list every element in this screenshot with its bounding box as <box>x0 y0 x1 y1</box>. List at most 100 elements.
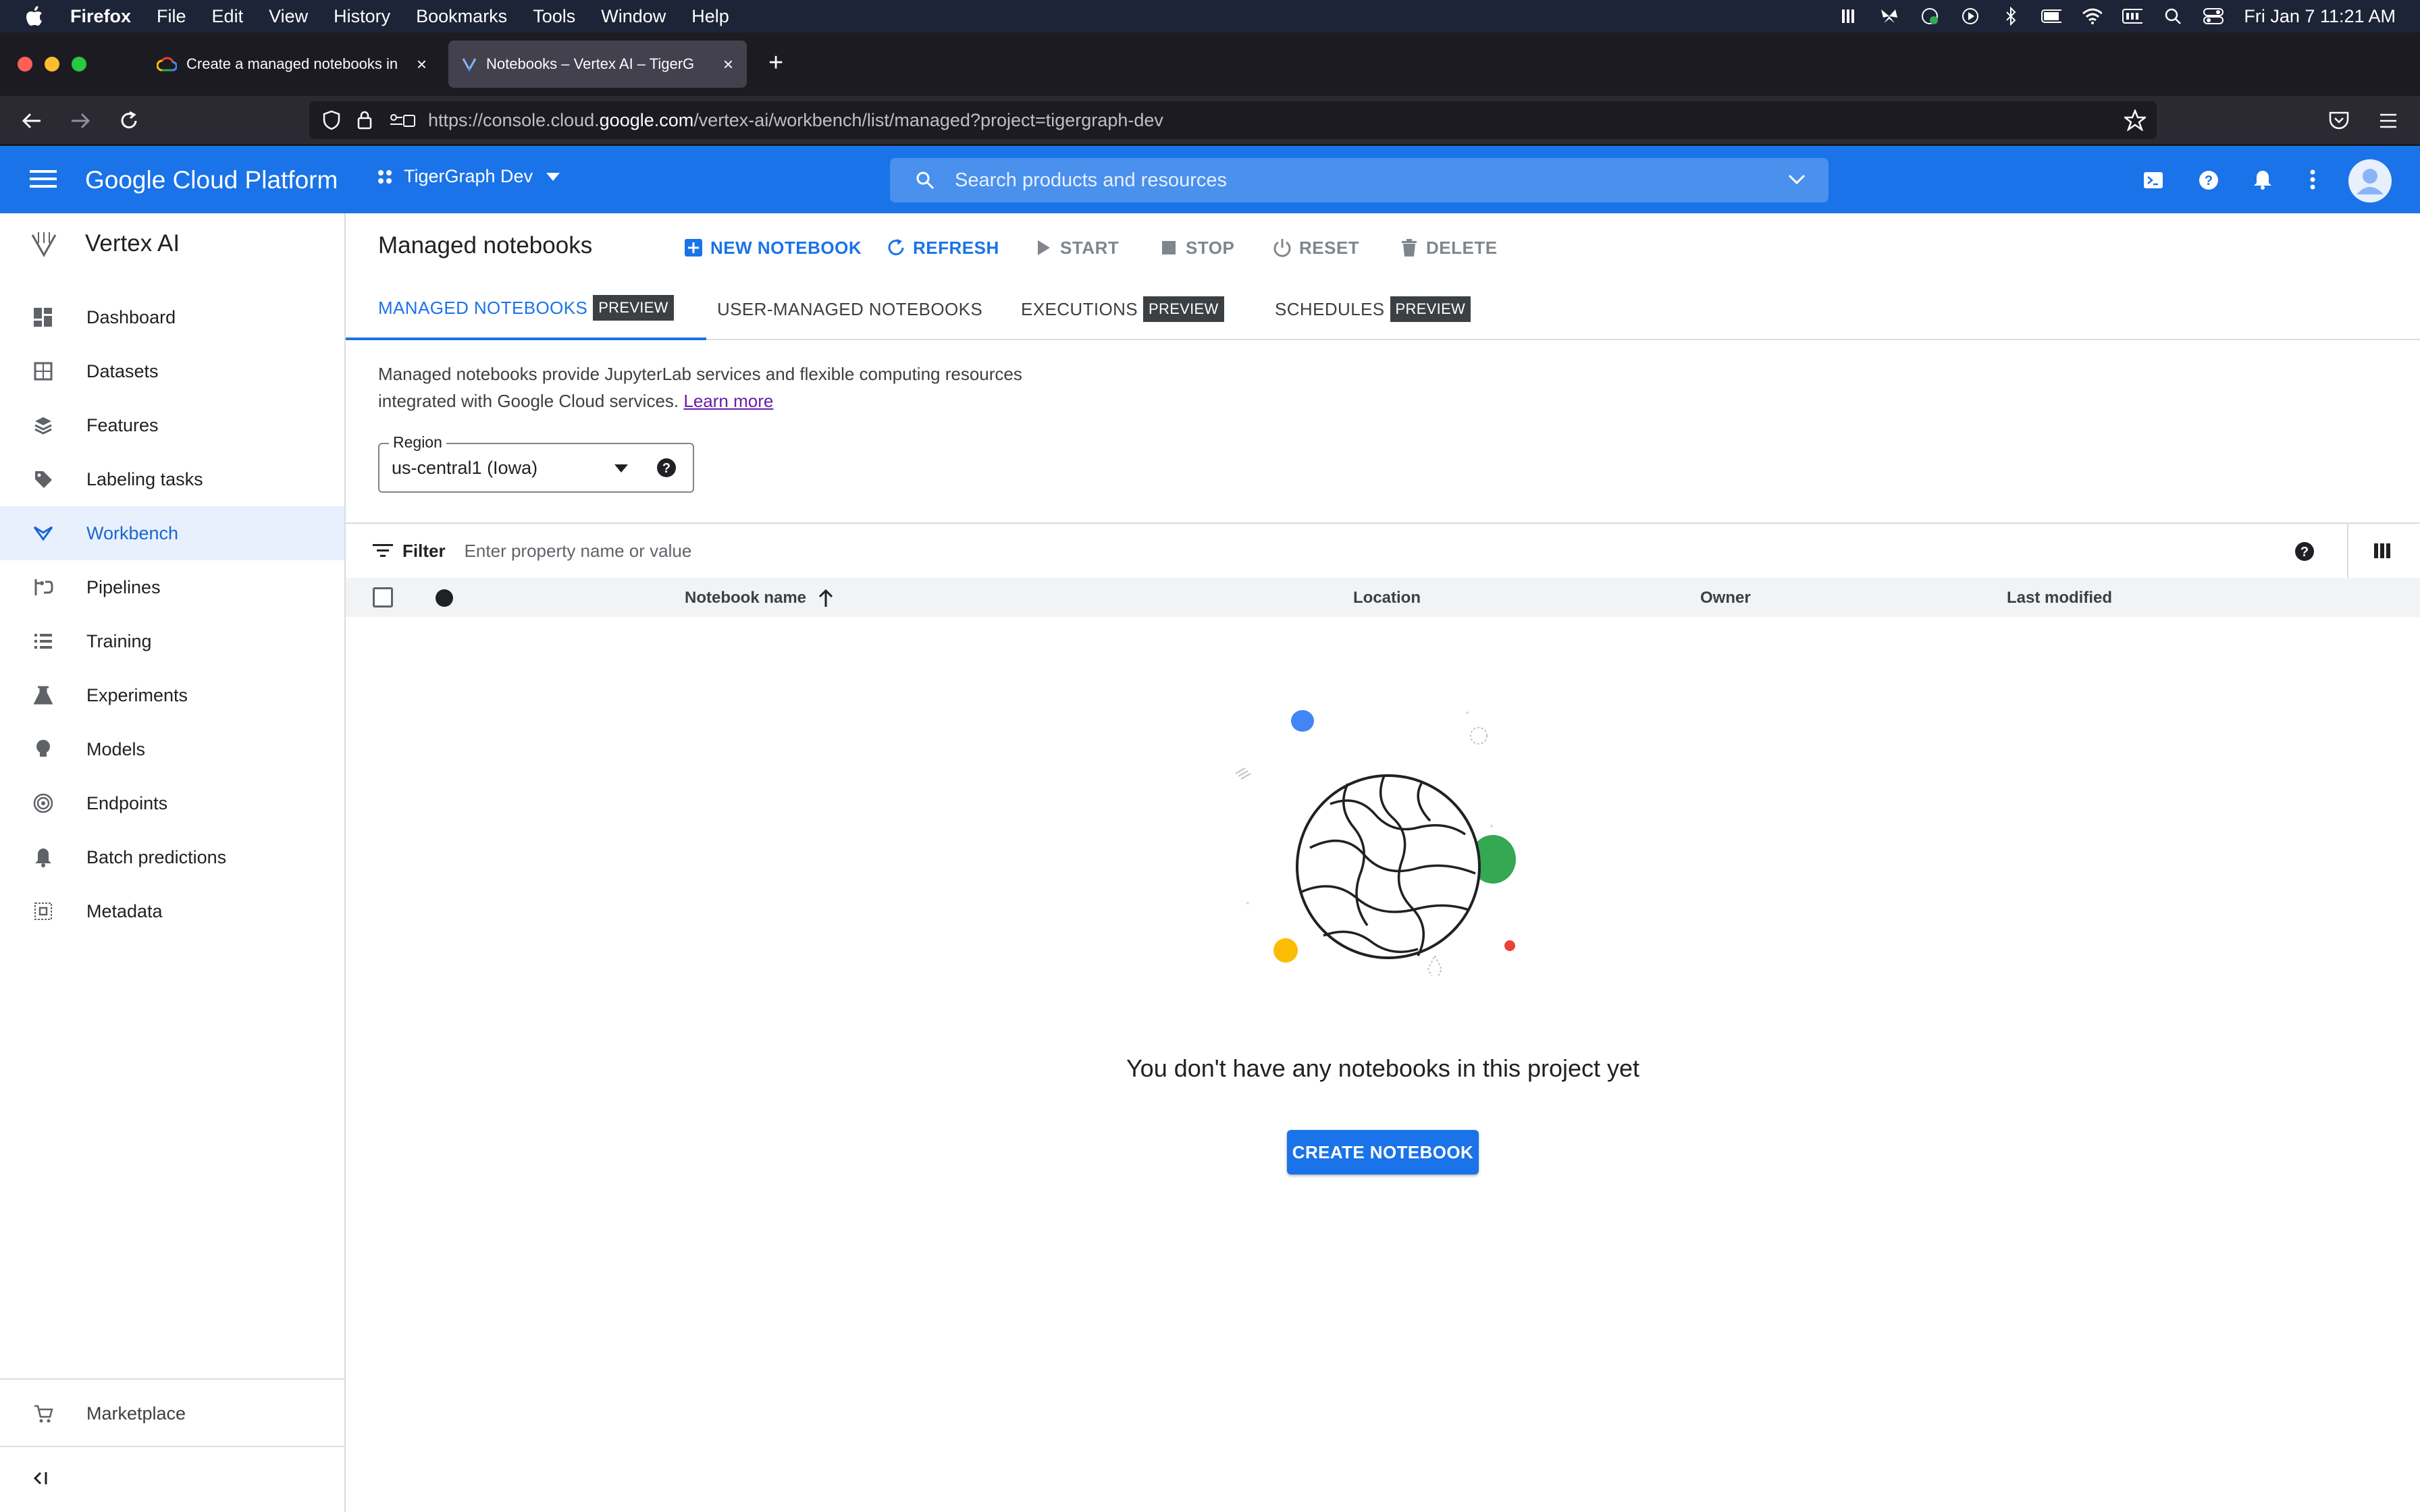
sidebar-item-pipelines[interactable]: Pipelines <box>0 560 344 614</box>
sidebar-item-batch-predictions[interactable]: Batch predictions <box>0 830 344 884</box>
control-center-icon[interactable] <box>2203 6 2224 26</box>
play-icon[interactable] <box>1960 6 1980 26</box>
avatar[interactable] <box>2348 159 2392 202</box>
shield-icon[interactable] <box>323 110 340 130</box>
sidebar-item-training[interactable]: Training <box>0 614 344 668</box>
permissions-icon[interactable] <box>389 111 416 129</box>
menu-bookmarks[interactable]: Bookmarks <box>416 6 507 27</box>
browser-tab-1[interactable]: Create a managed notebooks in × <box>143 40 440 88</box>
search-bar[interactable]: Search products and resources <box>890 158 1829 202</box>
sidebar-item-datasets[interactable]: Datasets <box>0 344 344 398</box>
menu-firefox[interactable]: Firefox <box>70 6 131 27</box>
sidebar-product-header: Vertex AI <box>30 230 180 258</box>
window-zoom-icon[interactable] <box>72 57 86 72</box>
tab-managed-notebooks[interactable]: MANAGED NOTEBOOKS PREVIEW <box>346 278 706 340</box>
butterfly-icon[interactable] <box>1879 6 1899 26</box>
search-expand-chevron-icon[interactable] <box>1788 174 1806 185</box>
menu-window[interactable]: Window <box>601 6 666 27</box>
close-tab-icon[interactable]: × <box>417 54 427 75</box>
menu-help[interactable]: Help <box>691 6 729 27</box>
reset-button[interactable]: RESET <box>1272 232 1359 263</box>
sidebar-item-features[interactable]: Features <box>0 398 344 452</box>
app-menu-icon[interactable] <box>2378 112 2398 130</box>
status-app-icon[interactable] <box>1839 6 1859 26</box>
sidebar-item-workbench[interactable]: Workbench <box>0 506 344 560</box>
collapse-sidebar-icon[interactable] <box>32 1470 50 1486</box>
divider <box>2347 524 2348 579</box>
help-icon[interactable]: ? <box>656 458 677 478</box>
hamburger-menu-icon[interactable] <box>30 169 57 189</box>
sidebar-item-dashboard[interactable]: Dashboard <box>0 290 344 344</box>
sidebar-item-marketplace[interactable]: Marketplace <box>0 1386 344 1440</box>
new-tab-icon[interactable]: + <box>768 49 783 78</box>
select-all-checkbox[interactable] <box>373 587 393 608</box>
apple-icon[interactable] <box>26 6 43 26</box>
menu-tools[interactable]: Tools <box>533 6 575 27</box>
menu-clock[interactable]: Fri Jan 7 11:21 AM <box>2244 6 2396 27</box>
workbench-icon <box>32 522 54 544</box>
filter-label: Filter <box>402 540 446 561</box>
column-last-modified[interactable]: Last modified <box>2007 589 2112 608</box>
project-dots-icon <box>375 167 394 186</box>
sidebar-item-endpoints[interactable]: Endpoints <box>0 776 344 830</box>
window-minimize-icon[interactable] <box>45 57 59 72</box>
column-display-icon[interactable] <box>2373 541 2392 560</box>
keyboard-icon[interactable] <box>2122 6 2143 26</box>
sidebar-item-metadata[interactable]: Metadata <box>0 884 344 938</box>
bookmark-star-icon[interactable] <box>2124 109 2146 131</box>
sidebar-item-label: Features <box>86 414 159 435</box>
sidebar-item-experiments[interactable]: Experiments <box>0 668 344 722</box>
search-input[interactable]: Search products and resources <box>955 169 1227 192</box>
sidebar-divider <box>0 1378 344 1380</box>
notifications-bell-icon[interactable] <box>2253 169 2273 190</box>
reload-icon[interactable] <box>113 105 144 136</box>
learn-more-link[interactable]: Learn more <box>683 391 773 411</box>
menu-edit[interactable]: Edit <box>212 6 244 27</box>
region-select[interactable]: Region us-central1 (Iowa) ? <box>378 433 694 493</box>
features-icon <box>32 414 54 436</box>
tab-user-managed-notebooks[interactable]: USER-MANAGED NOTEBOOKS <box>717 278 982 340</box>
menu-view[interactable]: View <box>269 6 308 27</box>
column-notebook-name[interactable]: Notebook name <box>685 589 833 608</box>
back-icon[interactable] <box>16 105 47 136</box>
gcp-brand[interactable]: Google Cloud Platform <box>85 166 338 194</box>
tab-executions[interactable]: EXECUTIONS PREVIEW <box>1021 278 1224 340</box>
cloud-shell-icon[interactable] <box>2143 170 2163 190</box>
add-box-icon <box>683 238 704 258</box>
menu-history[interactable]: History <box>334 6 390 27</box>
wifi-icon[interactable] <box>2082 6 2103 26</box>
bluetooth-icon[interactable] <box>2001 6 2021 26</box>
start-button[interactable]: START <box>1033 232 1119 263</box>
column-location[interactable]: Location <box>1353 589 1421 608</box>
menu-file[interactable]: File <box>157 6 186 27</box>
pocket-icon[interactable] <box>2328 111 2350 131</box>
browser-tab-2-active[interactable]: Notebooks – Vertex AI – TigerG × <box>448 40 747 88</box>
vpn-icon[interactable] <box>1920 6 1940 26</box>
help-icon[interactable]: ? <box>2199 170 2219 190</box>
delete-button[interactable]: DELETE <box>1399 232 1498 263</box>
lock-icon[interactable] <box>357 110 373 130</box>
tab-schedules[interactable]: SCHEDULES PREVIEW <box>1275 278 1471 340</box>
button-label: RESET <box>1299 237 1360 258</box>
project-selector[interactable]: TigerGraph Dev <box>375 166 560 187</box>
forward-icon[interactable] <box>65 105 96 136</box>
more-vert-icon[interactable] <box>2309 169 2316 190</box>
help-icon[interactable]: ? <box>2294 541 2315 562</box>
create-notebook-button[interactable]: CREATE NOTEBOOK <box>1287 1130 1479 1174</box>
new-notebook-button[interactable]: NEW NOTEBOOK <box>683 232 862 263</box>
filter-input[interactable]: Enter property name or value <box>465 541 692 562</box>
spotlight-search-icon[interactable] <box>2163 6 2183 26</box>
column-owner[interactable]: Owner <box>1700 589 1751 608</box>
tab-label: SCHEDULES <box>1275 298 1385 319</box>
window-close-icon[interactable] <box>18 57 32 72</box>
refresh-button[interactable]: REFRESH <box>886 232 999 263</box>
sidebar-item-labeling-tasks[interactable]: Labeling tasks <box>0 452 344 506</box>
address-bar[interactable]: https://console.cloud.google.com/vertex-… <box>309 101 2157 139</box>
url-text[interactable]: https://console.cloud.google.com/vertex-… <box>428 110 1163 131</box>
battery-icon[interactable] <box>2041 6 2062 26</box>
sidebar: Vertex AI Dashboard Datasets Features La… <box>0 213 346 1512</box>
browser-toolbar: https://console.cloud.google.com/vertex-… <box>0 96 2420 146</box>
close-tab-icon[interactable]: × <box>723 54 733 75</box>
stop-button[interactable]: STOP <box>1159 232 1234 263</box>
sidebar-item-models[interactable]: Models <box>0 722 344 776</box>
